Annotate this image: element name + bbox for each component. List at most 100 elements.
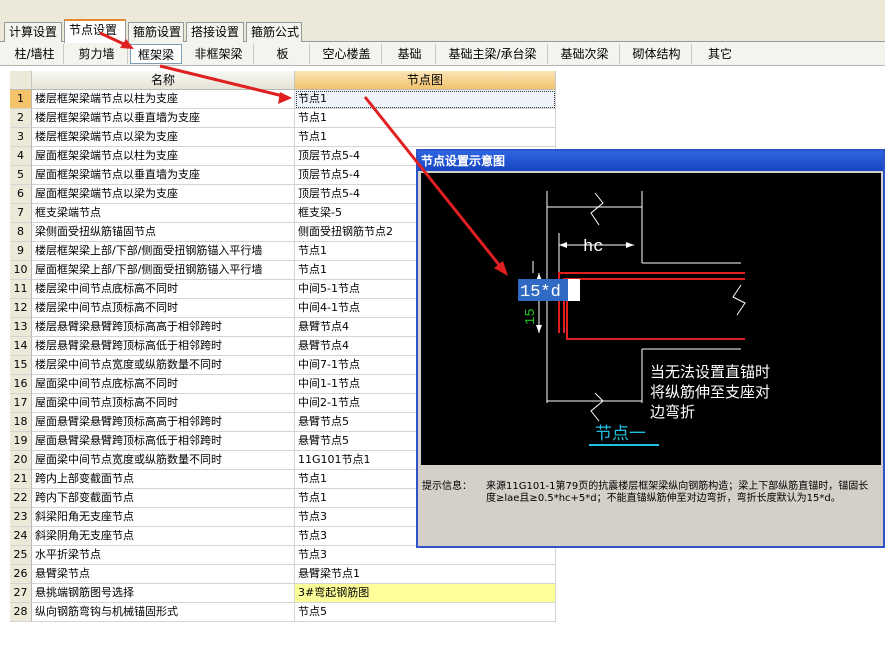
bottom-rebar bbox=[566, 293, 745, 340]
row-name-cell: 纵向钢筋弯钩与机械锚固形式 bbox=[32, 603, 295, 622]
row-number: 12 bbox=[10, 299, 32, 318]
component-tab-bar: 柱/墙柱 剪力墙 框架梁 非框架梁 板 空心楼盖 基础 基础主梁/承台梁 基础次… bbox=[0, 42, 885, 66]
row-name-cell: 楼层梁中间节点底标高不同时 bbox=[32, 280, 295, 299]
row-number: 1 bbox=[10, 90, 32, 109]
row-number: 5 bbox=[10, 166, 32, 185]
subtab-foundation-secondary-beam[interactable]: 基础次梁 bbox=[550, 44, 620, 64]
subtab-shear-wall[interactable]: 剪力墙 bbox=[66, 44, 128, 64]
table-row[interactable]: 1 楼层框架梁端节点以柱为支座 节点1 bbox=[10, 90, 556, 109]
row-node-cell[interactable]: 悬臂梁节点1 bbox=[295, 565, 556, 584]
row-name-cell: 屋面悬臂梁悬臂跨顶标高低于相邻跨时 bbox=[32, 432, 295, 451]
row-name-cell: 跨内下部变截面节点 bbox=[32, 489, 295, 508]
row-number: 7 bbox=[10, 204, 32, 223]
row-name-cell: 悬臂梁节点 bbox=[32, 565, 295, 584]
row-number: 15 bbox=[10, 356, 32, 375]
subtab-non-frame-beam[interactable]: 非框架梁 bbox=[184, 44, 254, 64]
diagram-note-line-2: 将纵筋伸至支座对 bbox=[650, 383, 770, 401]
row-name-cell: 屋面框架梁端节点以垂直墙为支座 bbox=[32, 166, 295, 185]
table-row[interactable]: 25 水平折梁节点 节点3 bbox=[10, 546, 556, 565]
row-node-cell[interactable]: 节点1 bbox=[295, 109, 556, 128]
row-number: 11 bbox=[10, 280, 32, 299]
table-row[interactable]: 3 楼层框架梁端节点以梁为支座 节点1 bbox=[10, 128, 556, 147]
row-number: 26 bbox=[10, 565, 32, 584]
row-number: 20 bbox=[10, 451, 32, 470]
row-name-cell: 屋面框架梁端节点以柱为支座 bbox=[32, 147, 295, 166]
row-number: 14 bbox=[10, 337, 32, 356]
hc-arrow-right bbox=[626, 242, 634, 248]
row-name-cell: 跨内上部变截面节点 bbox=[32, 470, 295, 489]
table-row[interactable]: 27 悬挑端钢筋图号选择 3#弯起钢筋图 bbox=[10, 584, 556, 603]
row-name-cell: 楼层框架梁端节点以柱为支座 bbox=[32, 90, 295, 109]
subtab-masonry[interactable]: 砌体结构 bbox=[622, 44, 692, 64]
row-node-cell[interactable]: 3#弯起钢筋图 bbox=[295, 584, 556, 603]
row-name-cell: 楼层梁中间节点宽度或纵筋数量不同时 bbox=[32, 356, 295, 375]
column-header-node[interactable]: 节点图 bbox=[295, 71, 556, 90]
diagram-note-line-1: 当无法设置直锚时 bbox=[650, 363, 770, 381]
table-row[interactable]: 2 楼层框架梁端节点以垂直墙为支座 节点1 bbox=[10, 109, 556, 128]
tab-stirrup-formula[interactable]: 箍筋公式 bbox=[246, 22, 302, 42]
row-name-cell: 屋面悬臂梁悬臂跨顶标高高于相邻跨时 bbox=[32, 413, 295, 432]
row-number: 10 bbox=[10, 261, 32, 280]
subtab-hollow-floor[interactable]: 空心楼盖 bbox=[312, 44, 382, 64]
dim-15-label: 15 bbox=[523, 308, 539, 325]
row-node-cell[interactable]: 节点3 bbox=[295, 546, 556, 565]
beam-break bbox=[732, 284, 746, 316]
row-name-cell: 悬挑端钢筋图号选择 bbox=[32, 584, 295, 603]
row-number: 6 bbox=[10, 185, 32, 204]
subtab-foundation-main-beam[interactable]: 基础主梁/承台梁 bbox=[438, 44, 548, 64]
row-number: 2 bbox=[10, 109, 32, 128]
info-label: 提示信息： bbox=[422, 481, 472, 492]
tab-node-settings[interactable]: 节点设置 bbox=[64, 19, 126, 43]
row-number: 24 bbox=[10, 527, 32, 546]
node-diagram-canvas: hc 15 15*d 当无法设置直锚时 将纵筋伸至支座对 边弯折 节点一 bbox=[421, 173, 881, 465]
top-rebar-outer bbox=[558, 272, 745, 333]
row-number: 4 bbox=[10, 147, 32, 166]
row-number: 19 bbox=[10, 432, 32, 451]
column-header-name[interactable]: 名称 bbox=[32, 71, 295, 90]
row-name-cell: 水平折梁节点 bbox=[32, 546, 295, 565]
column-break-top bbox=[590, 192, 604, 226]
subtab-frame-beam[interactable]: 框架梁 bbox=[130, 44, 182, 64]
row-number: 8 bbox=[10, 223, 32, 242]
subtab-foundation[interactable]: 基础 bbox=[384, 44, 436, 64]
row-name-cell: 屋面框架梁上部/下部/侧面受扭钢筋锚入平行墙 bbox=[32, 261, 295, 280]
row-name-cell: 楼层悬臂梁悬臂跨顶标高低于相邻跨时 bbox=[32, 337, 295, 356]
row-number: 3 bbox=[10, 128, 32, 147]
row-node-cell[interactable]: 节点5 bbox=[295, 603, 556, 622]
column-break-bottom bbox=[590, 392, 604, 422]
tab-stirrup-settings[interactable]: 箍筋设置 bbox=[128, 22, 184, 42]
top-rebar-inner bbox=[563, 278, 745, 333]
row-name-cell: 屋面梁中间节点底标高不同时 bbox=[32, 375, 295, 394]
table-row[interactable]: 28 纵向钢筋弯钩与机械锚固形式 节点5 bbox=[10, 603, 556, 622]
row-name-cell: 楼层框架梁端节点以垂直墙为支座 bbox=[32, 109, 295, 128]
anchor-value-input[interactable]: 15*d bbox=[520, 283, 561, 302]
row-name-cell: 梁侧面受扭纵筋锚固节点 bbox=[32, 223, 295, 242]
node-diagram: hc 15 15*d 当无法设置直锚时 将纵筋伸至支座对 边弯折 节点一 bbox=[518, 191, 770, 446]
dialog-title: 节点设置示意图 bbox=[418, 151, 883, 171]
row-name-cell: 楼层梁中间节点顶标高不同时 bbox=[32, 299, 295, 318]
anchor-value-caret bbox=[568, 279, 580, 301]
subtab-other[interactable]: 其它 bbox=[694, 44, 746, 64]
node-diagram-dialog: 节点设置示意图 hc 15 15*d 当无法设置直锚时 将纵筋伸至支座对 边弯折… bbox=[416, 149, 885, 548]
row-number: 9 bbox=[10, 242, 32, 261]
row-node-cell[interactable]: 节点1 bbox=[295, 128, 556, 147]
row-name-cell: 斜梁阳角无支座节点 bbox=[32, 508, 295, 527]
row-name-cell: 屋面梁中间节点顶标高不同时 bbox=[32, 394, 295, 413]
table-row[interactable]: 26 悬臂梁节点 悬臂梁节点1 bbox=[10, 565, 556, 584]
row-number: 23 bbox=[10, 508, 32, 527]
hc-arrow-left bbox=[559, 242, 567, 248]
tab-calc-settings[interactable]: 计算设置 bbox=[4, 22, 62, 42]
row-number: 13 bbox=[10, 318, 32, 337]
top-tab-bar: 计算设置 节点设置 箍筋设置 搭接设置 箍筋公式 bbox=[0, 0, 885, 43]
row-name-cell: 斜梁阴角无支座节点 bbox=[32, 527, 295, 546]
grid-corner bbox=[10, 71, 32, 90]
subtab-slab[interactable]: 板 bbox=[256, 44, 310, 64]
dim-15-arrow-bottom bbox=[536, 325, 542, 333]
info-text: 来源11G101-1第79页的抗震楼层框架梁纵向钢筋构造；梁上下部纵筋直锚时，锚… bbox=[486, 481, 869, 504]
row-node-cell[interactable]: 节点1 bbox=[295, 90, 556, 109]
row-number: 17 bbox=[10, 394, 32, 413]
diagram-note-line-3: 边弯折 bbox=[650, 403, 695, 421]
subtab-column-wall-column[interactable]: 柱/墙柱 bbox=[6, 44, 64, 64]
row-name-cell: 框支梁端节点 bbox=[32, 204, 295, 223]
tab-lap-settings[interactable]: 搭接设置 bbox=[186, 22, 244, 42]
